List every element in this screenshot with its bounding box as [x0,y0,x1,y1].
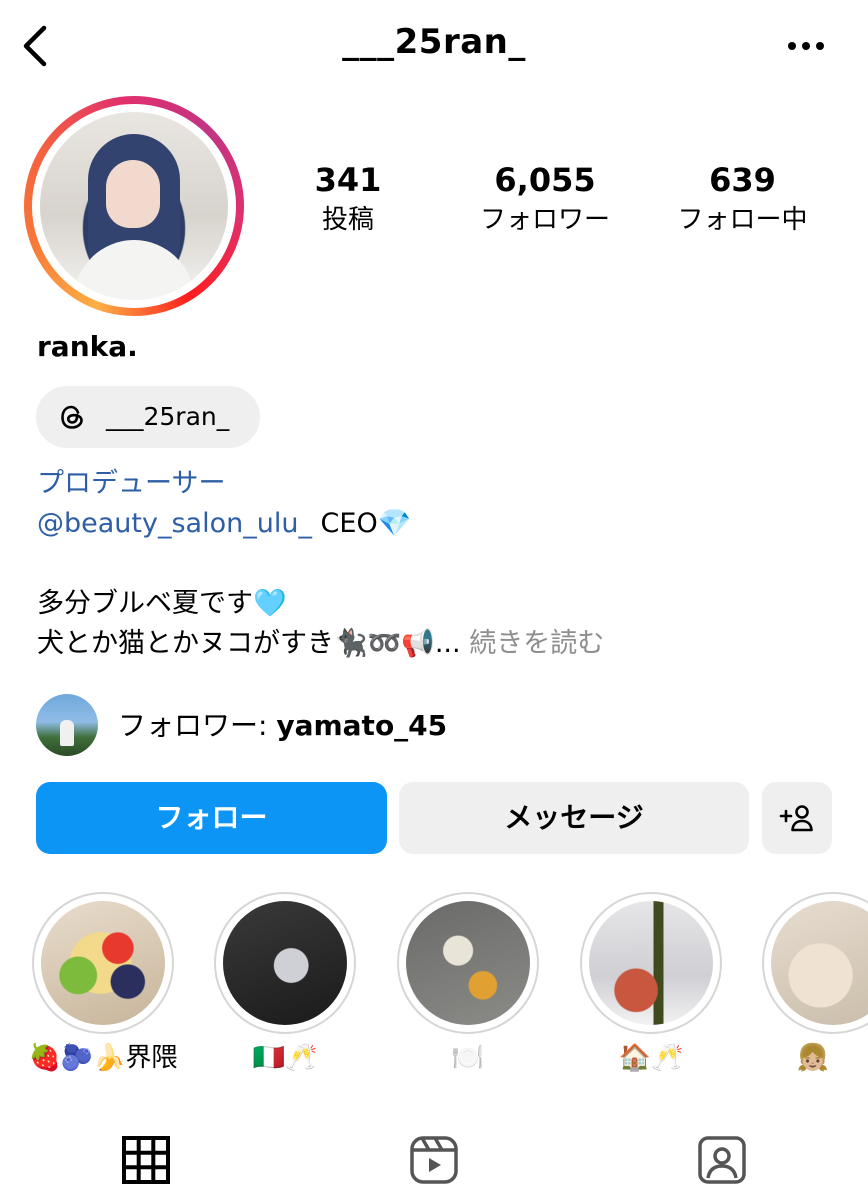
profile-header: ___25ran_ [0,0,868,96]
highlight-cover [223,901,347,1025]
message-button[interactable]: メッセージ [399,782,749,854]
read-more-link[interactable]: 続きを読む [461,628,604,659]
mutual-text: フォロワー: yamato_45 [118,704,447,744]
profile-avatar[interactable] [24,96,244,316]
threads-username: ___25ran_ [106,402,230,431]
highlight-caption: 🍓🫐🍌界隈 [28,1043,178,1073]
more-horizontal-icon[interactable] [782,30,830,62]
highlight-caption: 🏠🥂 [618,1043,684,1073]
threads-badge[interactable]: ___25ran_ [36,386,260,448]
mutual-prefix: フォロワー: [118,709,277,742]
mutual-avatar [36,694,98,756]
bio-line-2: 多分ブルベ夏です🩵 [37,588,287,619]
posts-label: 投稿 [321,205,374,235]
add-person-icon [779,805,813,832]
following-stat[interactable]: 639 フォロー中 [660,160,825,240]
highlight-caption: 👧🏼 [796,1043,830,1073]
followers-count: 6,055 [494,161,596,199]
highlight-cover [589,901,713,1025]
posts-stat[interactable]: 341 投稿 [298,160,398,240]
suggest-users-button[interactable] [762,782,832,854]
followers-stat[interactable]: 6,055 フォロワー [460,160,630,240]
avatar-photo [40,112,228,300]
bio-line-3-text: 犬とか猫とかヌコがすき🐈‍⬛➿📢... [37,628,461,659]
posts-count: 341 [314,161,382,199]
bio-mention-link[interactable]: @beauty_salon_ulu_ [37,508,312,539]
following-label: フォロー中 [677,205,808,235]
bio-ceo-text: CEO💎 [311,508,412,539]
bio-line-3: 犬とか猫とかヌコがすき🐈‍⬛➿📢... 続きを読む [37,624,604,664]
mutual-avatar-person [60,720,74,746]
highlight-caption: 🇮🇹🥂 [252,1043,318,1073]
header-username: ___25ran_ [342,22,526,62]
bio-line-1: @beauty_salon_ulu_ CEO💎 [37,504,411,544]
display-name: ranka. [37,330,138,363]
highlight-caption: 🍽️ [451,1043,485,1073]
followers-label: フォロワー [479,205,610,235]
highlight-cover [406,901,530,1025]
mutual-username: yamato_45 [276,709,448,742]
following-count: 639 [709,161,776,199]
follow-button[interactable]: フォロー [36,782,387,854]
category-label: プロデューサー [37,468,226,499]
highlight-cover [41,901,165,1025]
grid-icon[interactable] [120,1134,172,1186]
reels-icon[interactable] [408,1134,460,1186]
avatar-face [106,160,160,228]
tagged-icon[interactable] [696,1134,748,1186]
threads-icon [61,405,83,429]
